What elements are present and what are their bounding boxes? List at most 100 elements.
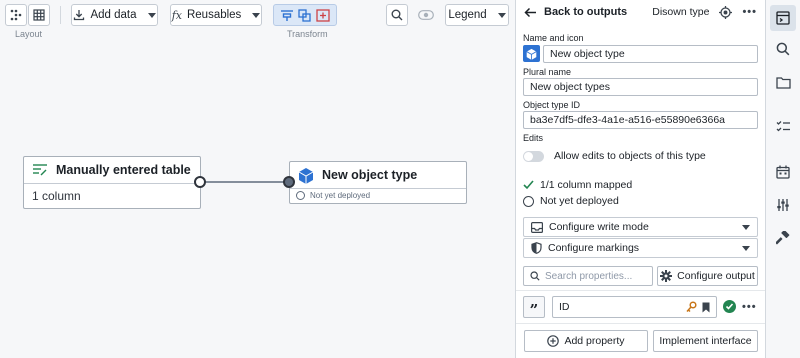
search-icon [530,271,540,281]
add-data-label: Add data [90,9,137,21]
mapped-check-icon [723,300,736,313]
search-icon [391,9,403,21]
source-node[interactable]: Manually entered table 1 column [23,156,201,209]
legend-label: Legend [448,9,487,21]
configure-output-button[interactable]: Configure output [657,266,758,286]
mapped-status-text: 1/1 column mapped [540,179,633,191]
dots-layout-icon [10,9,22,21]
chevron-down-icon [147,12,156,18]
target-node[interactable]: New object type Not yet deployed [289,161,467,204]
object-icon-picker[interactable] [523,45,540,62]
divider [516,323,766,324]
build-icon[interactable] [774,229,792,247]
checklist-icon[interactable] [774,118,792,136]
reusables-label: Reusables [186,9,242,21]
layout-group-label: Layout [15,29,43,39]
visibility-toggle-button[interactable] [414,4,438,26]
source-node-detail: 1 column [32,189,81,203]
add-property-button[interactable]: Add property [524,330,648,352]
more-options-icon[interactable]: ••• [742,6,757,18]
canvas-search-button[interactable] [386,4,408,26]
plus-circle-icon [547,335,560,347]
function-icon: fx [171,8,182,22]
gear-icon [660,270,673,282]
layout-dots-button[interactable] [5,4,27,26]
bookmark-icon[interactable] [702,302,710,313]
markings-label: Configure markings [548,242,640,254]
legend-dropdown[interactable]: Legend [445,4,509,26]
chevron-down-icon [742,245,750,251]
source-node-title: Manually entered table [56,163,191,177]
mapped-status-row: 1/1 column mapped [523,179,632,191]
object-type-id-input[interactable]: ba3e7df5-dfe3-4a1e-a516-e55890e6366a [523,111,758,129]
object-type-panel: Back to outputs Disown type ••• Name and… [515,0,766,358]
panel-header: Back to outputs Disown type ••• [516,0,765,24]
target-node-title: New object type [322,168,418,182]
reusables-button[interactable]: fx Reusables [170,4,262,26]
transform-merge-icon[interactable] [298,8,312,22]
markings-dropdown[interactable]: Configure markings [523,238,758,258]
output-port[interactable] [194,176,206,188]
transform-group-label: Transform [287,29,328,39]
transform-filter-icon[interactable] [280,9,294,22]
graph-canvas[interactable]: Layout Add data fx Reusables Transform L… [0,0,515,358]
add-property-label: Add property [564,335,625,347]
cube-icon [298,167,314,184]
deploy-status-text: Not yet deployed [540,195,619,207]
layout-icon[interactable] [770,5,796,31]
name-input[interactable]: New object type [543,45,758,63]
chevron-down-icon [497,12,506,18]
layout-grid-button[interactable] [28,4,50,26]
quote-icon: ” [529,300,539,319]
sliders-icon[interactable] [774,196,792,214]
inbox-icon [531,221,543,233]
table-edit-icon [32,163,48,177]
toolbar-divider [60,6,61,24]
grid-layout-icon [33,9,45,21]
object-type-id-label: Object type ID [523,100,581,110]
write-mode-label: Configure write mode [549,221,649,233]
chevron-down-icon [252,12,261,18]
property-name: ID [559,301,570,313]
edits-toggle-label: Allow edits to objects of this type [554,150,706,162]
property-search-field[interactable]: Search properties... [523,266,653,286]
chevron-down-icon [742,224,750,230]
download-icon [73,9,85,21]
add-data-button[interactable]: Add data [71,4,158,26]
implement-interface-button[interactable]: Implement interface [653,330,758,352]
toggle-knob [524,151,533,161]
back-arrow-icon[interactable] [524,7,537,18]
status-circle-icon [296,191,305,200]
search-icon[interactable] [774,40,792,58]
shield-icon [531,242,542,254]
transform-button-group[interactable] [273,4,337,26]
input-port[interactable] [283,176,295,188]
back-to-outputs-link[interactable]: Back to outputs [544,6,627,18]
check-icon [523,180,534,190]
property-more-icon[interactable]: ••• [742,301,757,313]
eye-icon [418,10,434,20]
target-icon[interactable] [719,5,733,19]
side-rail [765,0,800,358]
property-row[interactable]: ID [552,296,717,318]
graph-edge [200,181,292,183]
calendar-icon[interactable] [774,163,792,181]
property-type-button[interactable]: ” [523,296,545,318]
edits-toggle[interactable] [523,150,544,162]
plural-name-label: Plural name [523,67,572,77]
configure-output-label: Configure output [677,270,755,282]
transform-split-icon[interactable] [316,8,330,22]
key-icon[interactable] [686,301,697,313]
folder-icon[interactable] [774,73,792,91]
edits-toggle-row[interactable]: Allow edits to objects of this type [523,150,706,162]
search-placeholder: Search properties... [545,270,633,282]
write-mode-dropdown[interactable]: Configure write mode [523,217,758,237]
disown-type-button[interactable]: Disown type [652,6,709,18]
divider [516,290,766,291]
edits-label: Edits [523,133,544,143]
plural-name-input[interactable]: New object types [523,78,758,96]
status-circle-icon [523,195,534,207]
target-node-status: Not yet deployed [310,191,371,200]
implement-interface-label: Implement interface [659,335,752,347]
cube-icon [526,48,537,60]
